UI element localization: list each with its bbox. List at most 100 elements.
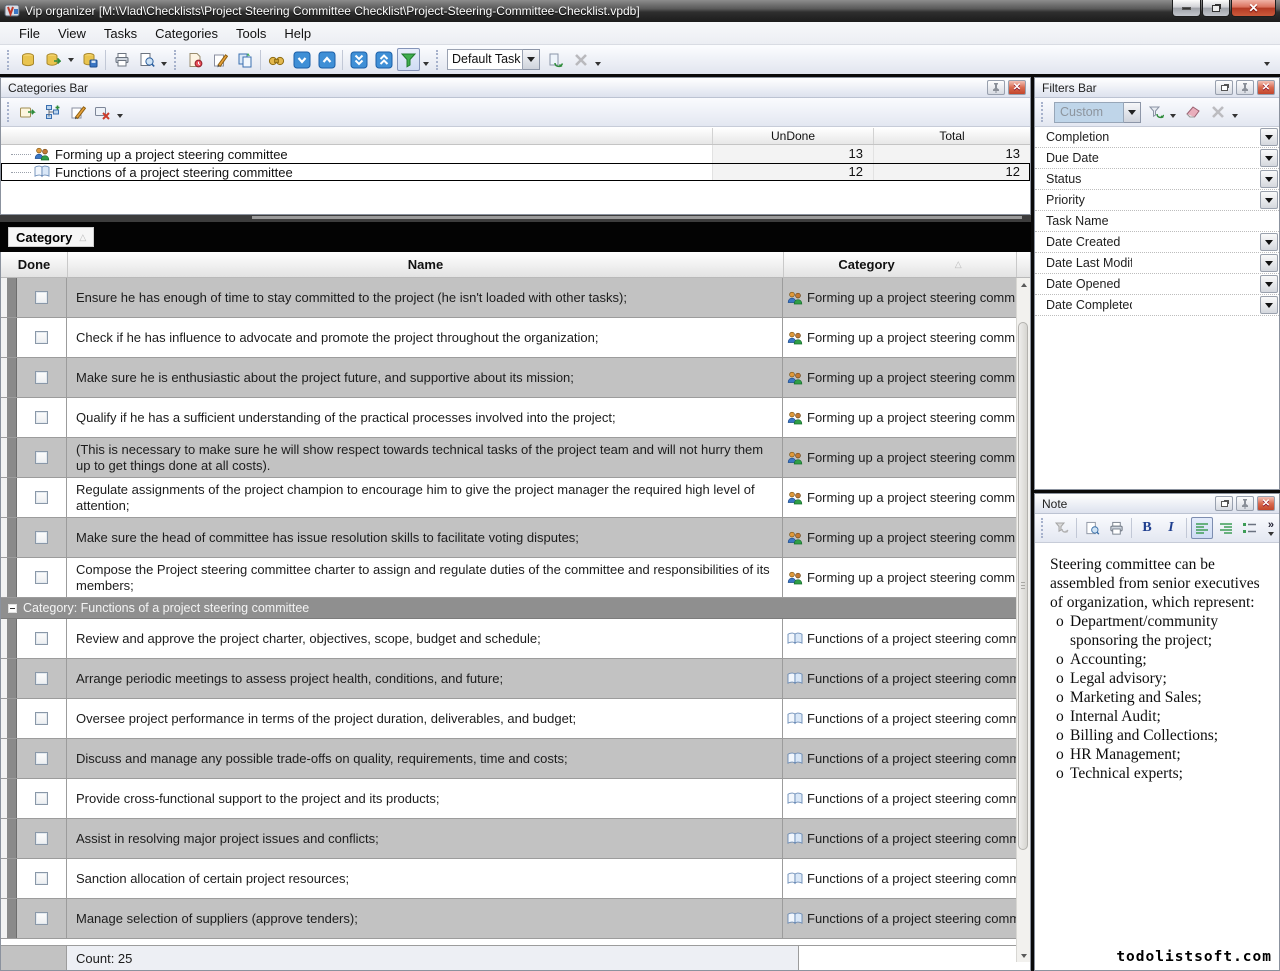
task-checkbox[interactable] — [35, 712, 48, 725]
undone-column-header[interactable]: UnDone — [712, 128, 873, 144]
print-preview-button[interactable] — [135, 48, 158, 71]
scroll-up-button[interactable] — [1017, 278, 1030, 291]
open-database-button[interactable] — [41, 48, 64, 71]
filter-group-overflow-icon[interactable] — [423, 62, 429, 66]
insert-note-button[interactable] — [1050, 517, 1072, 539]
task-row[interactable]: Review and approve the project charter, … — [1, 619, 1016, 659]
new-subcategory-button[interactable] — [41, 101, 64, 124]
collapse-group-icon[interactable] — [8, 604, 17, 613]
filter-preset-combo-dropdown-icon[interactable] — [1124, 102, 1141, 123]
menu-item[interactable]: Categories — [146, 23, 227, 44]
filters-pin-button[interactable] — [1236, 80, 1254, 95]
align-left-button[interactable] — [1191, 517, 1213, 539]
filters-toolbar-overflow-icon[interactable] — [1232, 114, 1238, 118]
duplicate-task-button[interactable] — [233, 48, 256, 71]
task-row[interactable]: (This is necessary to make sure he will … — [1, 438, 1016, 478]
filter-row[interactable]: Task Name — [1035, 211, 1279, 232]
task-checkbox[interactable] — [35, 792, 48, 805]
new-category-button[interactable] — [16, 101, 39, 124]
name-column-header[interactable]: Name — [67, 252, 783, 277]
total-column-header[interactable]: Total — [873, 128, 1030, 144]
category-name-column-header[interactable] — [1, 128, 712, 144]
filter-value-field[interactable] — [1132, 169, 1260, 189]
filter-row[interactable]: Date Opened — [1035, 274, 1279, 295]
task-checkbox[interactable] — [35, 371, 48, 384]
task-row[interactable]: Manage selection of suppliers (approve t… — [1, 899, 1016, 939]
categories-toolbar-overflow-icon[interactable] — [117, 114, 123, 118]
task-row[interactable]: Make sure he is enthusiastic about the p… — [1, 358, 1016, 398]
filter-dropdown-button[interactable] — [1260, 149, 1278, 167]
note-print-button[interactable] — [1105, 517, 1127, 539]
filter-value-field[interactable] — [1132, 127, 1260, 147]
filter-row[interactable]: Status — [1035, 169, 1279, 190]
filter-value-field[interactable] — [1132, 190, 1260, 210]
print-group-overflow-icon[interactable] — [161, 62, 167, 66]
filter-dropdown-button[interactable] — [1260, 275, 1278, 293]
menu-item[interactable]: File — [10, 23, 49, 44]
filter-value-field[interactable] — [1132, 295, 1260, 315]
task-checkbox[interactable] — [35, 491, 48, 504]
category-row[interactable]: Functions of a project steering committe… — [1, 163, 1030, 181]
task-checkbox[interactable] — [35, 291, 48, 304]
categories-pin-button[interactable] — [987, 80, 1005, 95]
task-row[interactable]: Provide cross-functional support to the … — [1, 779, 1016, 819]
filter-row[interactable]: Due Date — [1035, 148, 1279, 169]
task-checkbox[interactable] — [35, 872, 48, 885]
task-checkbox[interactable] — [35, 832, 48, 845]
task-row[interactable]: Regulate assignments of the project cham… — [1, 478, 1016, 518]
task-checkbox[interactable] — [35, 912, 48, 925]
done-column-header[interactable]: Done — [1, 252, 67, 277]
note-preview-button[interactable] — [1081, 517, 1103, 539]
task-checkbox[interactable] — [35, 571, 48, 584]
filter-value-field[interactable] — [1132, 253, 1260, 273]
note-editor[interactable]: Steering committee can be assembled from… — [1035, 544, 1279, 970]
task-checkbox[interactable] — [35, 531, 48, 544]
filter-dropdown-button[interactable] — [1260, 170, 1278, 188]
move-up-button[interactable] — [315, 48, 338, 71]
filter-row[interactable]: Date Created — [1035, 232, 1279, 253]
toolbar-grip[interactable] — [1041, 102, 1046, 122]
toolbar-grip[interactable] — [7, 50, 12, 70]
menu-item[interactable]: Tasks — [95, 23, 146, 44]
filters-restore-button[interactable] — [1215, 80, 1233, 95]
filter-dropdown-button[interactable] — [1260, 296, 1278, 314]
filter-dropdown-button[interactable] — [1260, 254, 1278, 272]
scroll-down-button[interactable] — [1017, 949, 1030, 962]
toolbar-grip[interactable] — [436, 50, 441, 70]
filter-preset-combo[interactable]: Custom — [1054, 102, 1141, 123]
categories-close-button[interactable]: ✕ — [1008, 80, 1026, 95]
bold-button[interactable]: B — [1136, 517, 1158, 539]
task-checkbox[interactable] — [35, 411, 48, 424]
task-checkbox[interactable] — [35, 672, 48, 685]
task-checkbox[interactable] — [35, 331, 48, 344]
horizontal-splitter[interactable] — [0, 215, 1031, 222]
toolbar-grip[interactable] — [174, 50, 179, 70]
toolbar-options-icon[interactable] — [1264, 62, 1270, 66]
italic-button[interactable]: I — [1160, 517, 1182, 539]
task-row[interactable]: Arrange periodic meetings to assess proj… — [1, 659, 1016, 699]
move-top-button[interactable] — [372, 48, 395, 71]
task-checkbox[interactable] — [35, 451, 48, 464]
minimize-button[interactable] — [1172, 0, 1201, 17]
new-task-button[interactable] — [183, 48, 206, 71]
task-row[interactable]: Sanction allocation of certain project r… — [1, 859, 1016, 899]
filter-value-field[interactable] — [1132, 211, 1260, 231]
filter-row[interactable]: Completion — [1035, 127, 1279, 148]
save-filter-dropdown-icon[interactable] — [1170, 114, 1176, 118]
delete-template-button[interactable] — [569, 48, 592, 71]
filter-dropdown-button[interactable] — [1260, 191, 1278, 209]
category-column-header[interactable]: Category△ — [783, 252, 1016, 277]
filter-value-field[interactable] — [1132, 274, 1260, 294]
task-row[interactable]: Discuss and manage any possible trade-of… — [1, 739, 1016, 779]
task-list-scrollbar[interactable] — [1016, 278, 1030, 962]
note-pin-button[interactable] — [1236, 496, 1254, 511]
template-group-overflow-icon[interactable] — [595, 62, 601, 66]
bullet-list-button[interactable] — [1239, 517, 1261, 539]
filter-row[interactable]: Date Last Modifie — [1035, 253, 1279, 274]
open-database-dropdown-icon[interactable] — [68, 58, 74, 62]
filters-close-button[interactable]: ✕ — [1257, 80, 1275, 95]
delete-filter-button[interactable] — [1206, 101, 1229, 124]
group-header-row[interactable]: Category: Functions of a project steerin… — [1, 598, 1016, 619]
task-row[interactable]: Compose the Project steering committee c… — [1, 558, 1016, 598]
task-template-combo[interactable]: Default Task — [447, 49, 540, 70]
